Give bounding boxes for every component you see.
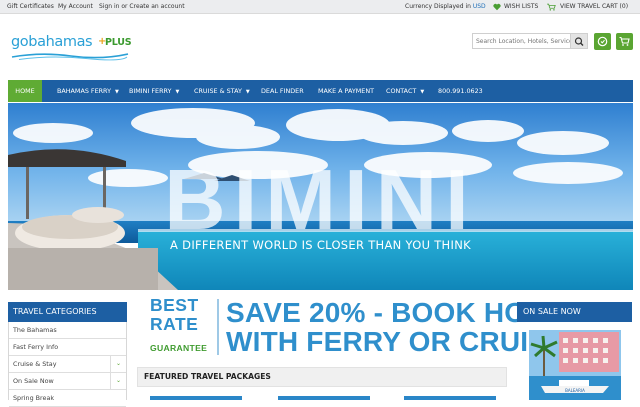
nav-contact-label: CONTACT — [386, 87, 417, 95]
logo-brand: gobahamas — [11, 34, 93, 50]
category-label: On Sale Now — [13, 377, 54, 385]
package-thumbnail[interactable] — [278, 396, 370, 400]
nav-contact[interactable]: CONTACT ▼ — [386, 80, 424, 102]
hero-title: BIMINI — [164, 153, 477, 248]
promo-banner[interactable]: BEST RATE GUARANTEE SAVE 20% - BOOK HOTE… — [137, 295, 580, 360]
nav-phone[interactable]: 800.991.0623 — [438, 80, 483, 102]
promo-divider — [217, 299, 219, 355]
category-spring-break[interactable]: Spring Break — [9, 390, 126, 407]
nav-phone-label: 800.991.0623 — [438, 87, 483, 95]
expand-icon[interactable]: ⌄ — [110, 356, 126, 372]
logo-wave-icon — [11, 53, 129, 61]
category-label: Spring Break — [13, 394, 55, 402]
wish-lists-link[interactable]: WISH LISTS — [504, 3, 538, 10]
nav-cruise-stay-label: CRUISE & STAY — [194, 87, 242, 95]
my-account-link[interactable]: My Account — [58, 3, 93, 10]
cart-button-icon — [619, 36, 630, 46]
nav-cruise-stay[interactable]: CRUISE & STAY ▼ — [194, 80, 250, 102]
cart-icon — [547, 3, 556, 11]
category-cruise-stay[interactable]: Cruise & Stay ⌄ — [9, 356, 126, 373]
package-thumbnail[interactable] — [150, 396, 242, 400]
nav-deal-finder[interactable]: DEAL FINDER — [261, 80, 304, 102]
nav-bimini-ferry-label: BIMINI FERRY — [129, 87, 172, 95]
search-icon — [574, 37, 584, 46]
featured-packages-heading: FEATURED TRAVEL PACKAGES — [137, 367, 507, 387]
hero-banner[interactable]: BIMINI A DIFFERENT WORLD IS CLOSER THAN … — [8, 103, 633, 290]
main-navigation: HOME BAHAMAS FERRY ▼ BIMINI FERRY ▼ CRUISE… — [8, 80, 633, 102]
currency-selector[interactable]: USD — [473, 3, 486, 10]
package-thumbnail[interactable] — [404, 396, 496, 400]
dropdown-caret-icon: ▼ — [115, 89, 119, 95]
promo-guarantee: GUARANTEE — [150, 343, 208, 353]
travel-categories-heading: TRAVEL CATEGORIES — [8, 302, 127, 322]
category-label: The Bahamas — [13, 326, 57, 334]
nav-deal-finder-label: DEAL FINDER — [261, 87, 304, 95]
on-sale-photo: BALEARIA — [529, 330, 621, 400]
dropdown-caret-icon: ▼ — [245, 89, 250, 95]
dropdown-caret-icon: ▼ — [420, 89, 425, 95]
nav-bahamas-ferry[interactable]: BAHAMAS FERRY ▼ — [57, 80, 119, 102]
expand-icon[interactable]: ⌄ — [110, 373, 126, 389]
category-on-sale-now[interactable]: On Sale Now ⌄ — [9, 373, 126, 390]
promo-line-2: WITH FERRY OR CRUISE — [226, 326, 567, 357]
on-sale-heading: ON SALE NOW — [517, 302, 632, 322]
currency-label: Currency Displayed in USD — [405, 3, 486, 10]
nav-home[interactable]: HOME — [8, 80, 42, 102]
sign-in-link[interactable]: Sign in or Create an account — [99, 3, 185, 10]
on-sale-image[interactable]: BALEARIA — [529, 330, 621, 400]
search-button[interactable] — [570, 34, 587, 48]
utility-bar: Gift Certificates My Account Sign in or … — [0, 0, 640, 14]
nav-bimini-ferry[interactable]: BIMINI FERRY ▼ — [129, 80, 179, 102]
category-fast-ferry[interactable]: Fast Ferry Info — [9, 339, 126, 356]
site-logo[interactable]: gobahamas + PLUS — [11, 30, 132, 64]
search-box — [472, 33, 588, 49]
heart-icon — [493, 3, 501, 11]
nav-bahamas-ferry-label: BAHAMAS FERRY — [57, 87, 111, 95]
gift-certificates-link[interactable]: Gift Certificates — [7, 3, 54, 10]
view-cart-link[interactable]: VIEW TRAVEL CART (0) — [560, 3, 628, 10]
nav-make-payment-label: MAKE A PAYMENT — [318, 87, 375, 95]
category-label: Cruise & Stay — [13, 360, 57, 368]
dropdown-caret-icon: ▼ — [175, 89, 180, 95]
category-the-bahamas[interactable]: The Bahamas — [9, 322, 126, 339]
logo-plus-word: PLUS — [105, 37, 132, 48]
hero-subtitle: A DIFFERENT WORLD IS CLOSER THAN YOU THI… — [170, 238, 471, 252]
ship-name: BALEARIA — [565, 388, 585, 393]
search-input[interactable] — [473, 34, 570, 48]
share-button[interactable] — [594, 33, 611, 50]
travel-categories-list: The Bahamas Fast Ferry Info Cruise & Sta… — [8, 322, 127, 407]
promo-best-rate: BEST RATE — [150, 295, 199, 334]
cart-button[interactable] — [616, 33, 633, 50]
currency-label-text: Currency Displayed in — [405, 3, 471, 10]
nav-make-payment[interactable]: MAKE A PAYMENT — [318, 80, 374, 102]
nav-home-label: HOME — [15, 87, 35, 95]
share-icon — [597, 36, 608, 47]
category-label: Fast Ferry Info — [13, 343, 59, 351]
